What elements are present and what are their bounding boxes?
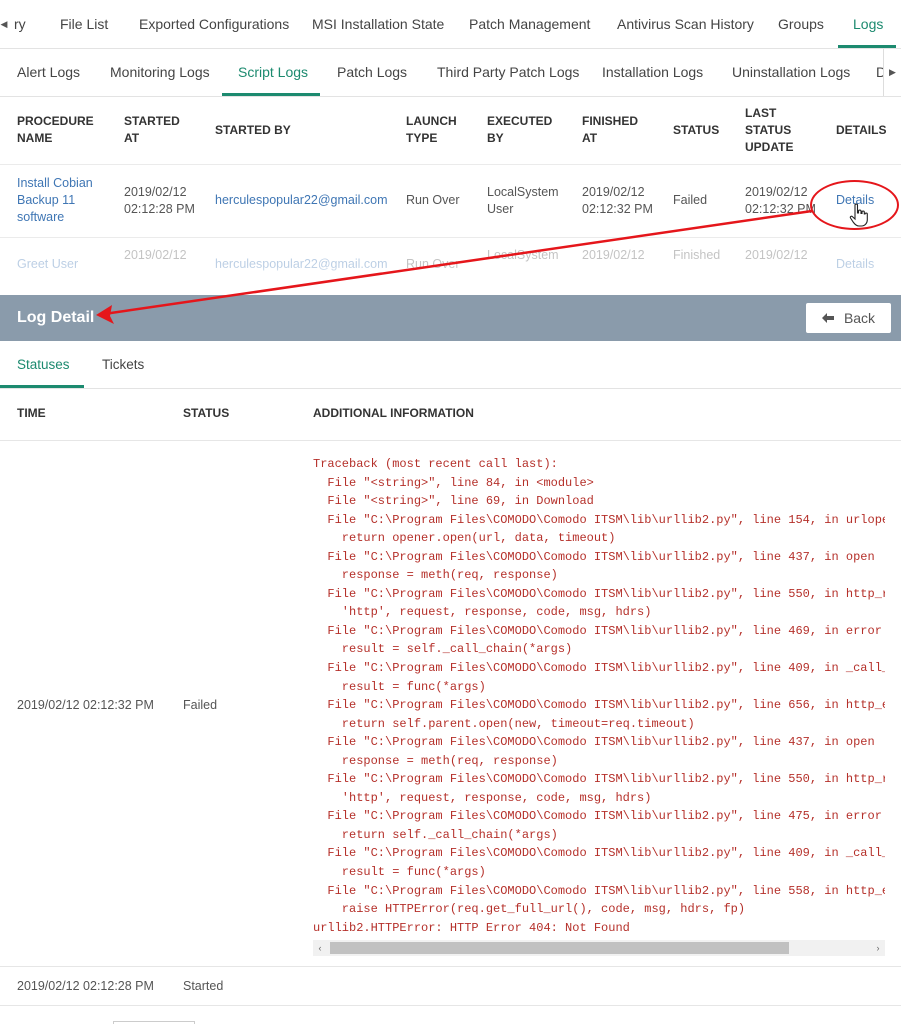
traceback-line: File "C:\Program Files\COMODO\Comodo ITS… [313, 698, 885, 713]
traceback-line: File "C:\Program Files\COMODO\Comodo ITS… [313, 623, 882, 638]
chevron-right-icon[interactable]: ▶ [883, 49, 901, 96]
traceback-line: return self._call_chain(*args) [313, 827, 558, 842]
traceback-line: result = func(*args) [313, 865, 486, 880]
traceback-line: response = meth(req, response) [313, 568, 558, 583]
column-header-time[interactable]: TIME [17, 406, 46, 420]
active-subtab-indicator [222, 93, 320, 96]
sub-tab-bar: Alert Logs Monitoring Logs Script Logs P… [0, 49, 901, 97]
chevron-left-icon[interactable]: ◀ [0, 0, 8, 48]
entry-status: Started [183, 979, 224, 993]
arrow-left-icon [821, 313, 834, 323]
log-detail-header: Log Detail Back [0, 295, 901, 341]
traceback-line: File "C:\Program Files\COMODO\Comodo ITS… [313, 809, 882, 824]
tab-groups[interactable]: Groups [778, 0, 824, 48]
tab-exported-configurations[interactable]: Exported Configurations [139, 0, 289, 48]
column-header-executed-by[interactable]: EXECUTED BY [487, 113, 552, 147]
tab-antivirus-scan-history[interactable]: Antivirus Scan History [617, 0, 754, 48]
last-status-update-value: 2019/02/12 02:12:32 PM [745, 185, 816, 216]
executed-by-value: LocalSystem User [487, 185, 559, 216]
tab-alert-logs[interactable]: Alert Logs [17, 49, 80, 96]
tab-patch-logs[interactable]: Patch Logs [337, 49, 407, 96]
executed-by-value: LocalSystem [487, 248, 559, 262]
column-header-procedure-name[interactable]: PROCEDURE NAME [17, 113, 94, 147]
tab-script-logs[interactable]: Script Logs [238, 49, 308, 96]
column-header-additional-information: ADDITIONAL INFORMATION [313, 406, 474, 420]
traceback-line: return self.parent.open(new, timeout=req… [313, 716, 695, 731]
chevron-right-icon[interactable]: › [871, 940, 885, 956]
page-title: Log Detail [17, 309, 95, 326]
finished-at-value: 2019/02/12 02:12:32 PM [582, 185, 653, 216]
tab-tickets[interactable]: Tickets [102, 341, 144, 388]
row-divider [0, 164, 901, 165]
column-header-started-by[interactable]: STARTED BY [215, 122, 291, 139]
active-detail-tab-indicator [0, 385, 84, 388]
started-at-value: 2019/02/12 [124, 248, 187, 262]
detail-tab-bar: Statuses Tickets [0, 341, 901, 389]
tab-monitoring-logs[interactable]: Monitoring Logs [110, 49, 210, 96]
column-header-launch-type[interactable]: LAUNCH TYPE [406, 113, 457, 147]
active-tab-indicator [838, 45, 896, 48]
status-value: Failed [673, 193, 708, 207]
traceback-line: File "C:\Program Files\COMODO\Comodo ITS… [313, 661, 885, 676]
column-header-details: DETAILS [836, 123, 887, 137]
traceback-line: result = func(*args) [313, 679, 486, 694]
column-header-last-status-update[interactable]: LAST STATUS UPDATE [745, 105, 793, 156]
launch-type-value: Run Over [406, 193, 460, 207]
last-status-update-value: 2019/02/12 [745, 248, 808, 262]
tab-file-list[interactable]: File List [60, 0, 108, 48]
top-tab-bar: ◀ ry File List Exported Configurations M… [0, 0, 901, 49]
traceback-line: File "C:\Program Files\COMODO\Comodo ITS… [313, 772, 885, 787]
horizontal-scrollbar[interactable]: ‹ › [313, 940, 885, 956]
tab-history[interactable]: ry [14, 0, 26, 48]
column-header-status[interactable]: STATUS [183, 406, 229, 420]
row-divider [0, 1005, 901, 1006]
tab-third-party-patch-logs[interactable]: Third Party Patch Logs [437, 49, 579, 96]
traceback-line: File "C:\Program Files\COMODO\Comodo ITS… [313, 512, 885, 527]
tab-patch-management[interactable]: Patch Management [469, 0, 590, 48]
traceback-line: result = self._call_chain(*args) [313, 642, 573, 657]
traceback-line: raise HTTPError(req.get_full_url(), code… [313, 902, 746, 917]
traceback-line: File "C:\Program Files\COMODO\Comodo ITS… [313, 735, 875, 750]
traceback-line: 'http', request, response, code, msg, hd… [313, 790, 652, 805]
traceback-line: File "C:\Program Files\COMODO\Comodo ITS… [313, 883, 885, 898]
column-header-status[interactable]: STATUS [673, 122, 719, 139]
tab-statuses[interactable]: Statuses [17, 341, 70, 388]
tab-msi-installation-state[interactable]: MSI Installation State [312, 0, 444, 48]
column-header-finished-at[interactable]: FINISHED AT [582, 113, 638, 147]
back-button[interactable]: Back [806, 303, 891, 333]
column-header-started-at[interactable]: STARTED AT [124, 113, 180, 147]
row-divider [0, 966, 901, 967]
finished-at-value: 2019/02/12 [582, 248, 645, 262]
traceback-line: urllib2.HTTPError: HTTP Error 404: Not F… [313, 920, 630, 935]
status-value: Finished [673, 248, 721, 262]
traceback-line: File "<string>", line 69, in Download [313, 494, 594, 509]
traceback-line: File "C:\Program Files\COMODO\Comodo ITS… [313, 846, 885, 861]
row-divider [0, 440, 901, 441]
traceback-text[interactable]: Traceback (most recent call last): File … [313, 455, 885, 941]
traceback-line: File "C:\Program Files\COMODO\Comodo ITS… [313, 586, 885, 601]
back-button-label: Back [843, 310, 876, 326]
tab-logs[interactable]: Logs [853, 0, 883, 48]
scrollbar-thumb[interactable] [330, 942, 789, 954]
traceback-line: response = meth(req, response) [313, 753, 558, 768]
entry-status: Failed [183, 698, 218, 712]
row-divider [0, 237, 901, 238]
traceback-line: return opener.open(url, data, timeout) [313, 531, 616, 546]
torn-edge [0, 266, 901, 294]
procedure-name-link[interactable]: Install Cobian Backup 11 software [17, 175, 93, 226]
started-at-value: 2019/02/12 02:12:28 PM [124, 185, 195, 216]
started-by-link[interactable]: herculespopular22@gmail.com [215, 192, 388, 209]
traceback-line: File "C:\Program Files\COMODO\Comodo ITS… [313, 549, 875, 564]
hand-pointer-icon [849, 203, 868, 227]
tab-uninstallation-logs[interactable]: Uninstallation Logs [732, 49, 850, 96]
traceback-line: Traceback (most recent call last): [313, 457, 558, 471]
chevron-left-icon[interactable]: ‹ [313, 940, 327, 956]
traceback-line: File "<string>", line 84, in <module> [313, 475, 594, 490]
entry-time: 2019/02/12 02:12:32 PM [17, 698, 154, 712]
tab-installation-logs[interactable]: Installation Logs [602, 49, 703, 96]
traceback-line: 'http', request, response, code, msg, hd… [313, 605, 652, 620]
entry-time: 2019/02/12 02:12:28 PM [17, 979, 154, 993]
